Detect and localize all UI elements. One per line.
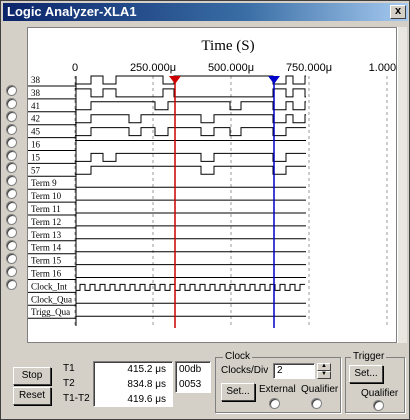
title-bar: Logic Analyzer-XLA1 x xyxy=(3,3,408,21)
channel-radio[interactable] xyxy=(6,175,17,187)
t2-label: T2 xyxy=(63,378,75,389)
channel-radio[interactable] xyxy=(6,265,17,277)
channel-label: Clock_Int xyxy=(31,281,67,291)
channel-radio[interactable] xyxy=(6,149,17,161)
channel-label: 16 xyxy=(31,140,41,150)
clocks-div-label: Clocks/Div xyxy=(221,365,269,376)
channel-waveform xyxy=(75,114,306,124)
channel-waveform xyxy=(75,88,306,98)
cursor-t1-marker-icon xyxy=(169,76,181,84)
clock-qualifier-label: Qualifier xyxy=(301,384,339,395)
time-tick-label: 250.000μ xyxy=(130,62,176,74)
waveform-svg: Time (S) 0 250.000μ 500.000μ 750.000μ 1.000m 1… xyxy=(28,38,398,328)
clock-waveform xyxy=(76,283,305,291)
clock-group-title: Clock xyxy=(223,351,253,362)
clocks-div-down-icon[interactable]: ▼ xyxy=(317,371,331,379)
time-tick-label: 0 xyxy=(72,62,78,74)
time-axis-title: Time (S) xyxy=(201,38,254,54)
time-readout: 415.2 μs 834.8 μs 419.6 μs xyxy=(93,361,173,407)
channel-radio[interactable] xyxy=(6,226,17,238)
trigger-set-button[interactable]: Set... xyxy=(349,365,383,383)
t1-label: T1 xyxy=(63,363,75,374)
channel-label: Trigg_Qua xyxy=(31,307,70,317)
hex-value-1: 00db xyxy=(179,364,202,375)
channel-radio[interactable] xyxy=(6,201,17,213)
close-button[interactable]: x xyxy=(390,5,406,19)
t1-t2-label: T1-T2 xyxy=(63,393,90,404)
clocks-div-value: 2 xyxy=(277,365,283,376)
channel-label: Term 10 xyxy=(31,191,62,201)
stop-button[interactable]: Stop xyxy=(13,367,51,385)
hex-value-2: 0053 xyxy=(179,379,202,390)
channel-label: Clock_Qua xyxy=(31,294,72,304)
channel-waveform xyxy=(75,152,306,162)
trigger-qualifier-radio[interactable] xyxy=(373,400,384,411)
channel-waveform xyxy=(75,127,306,137)
channel-radio[interactable] xyxy=(6,214,17,225)
vertical-scrollbar[interactable] xyxy=(397,27,407,343)
t1-value: 415.2 μs xyxy=(127,364,166,375)
channel-label: 38 xyxy=(31,75,41,85)
channel-label: 57 xyxy=(31,165,41,175)
channel-radio[interactable] xyxy=(6,239,17,251)
time-tick-label: 750.000μ xyxy=(286,62,332,74)
time-tick-label: 500.000μ xyxy=(208,62,254,74)
channel-label: Term 16 xyxy=(31,269,62,279)
external-label: External xyxy=(259,384,296,395)
channel-radio[interactable] xyxy=(6,252,17,264)
trigger-group-title: Trigger xyxy=(351,351,387,362)
channel-label: 42 xyxy=(31,114,40,124)
clocks-div-up-icon[interactable]: ▲ xyxy=(317,363,331,371)
status-panel: Stop Reset T1 T2 T1-T2 415.2 μs 834.8 μs… xyxy=(7,351,405,415)
channel-label: Term 13 xyxy=(31,230,62,240)
channel-radio[interactable] xyxy=(6,85,17,96)
channel-radio[interactable] xyxy=(6,97,17,109)
channel-label: 15 xyxy=(31,152,41,162)
cursor-t2-marker-icon xyxy=(268,76,280,84)
time-tick-label: 1.000m xyxy=(369,62,398,74)
channel-waveform xyxy=(75,101,306,111)
channel-label: Term 11 xyxy=(31,204,61,214)
channel-waveform xyxy=(75,165,306,175)
channel-label: 38 xyxy=(31,88,41,98)
channel-label: Term 15 xyxy=(31,256,62,266)
logic-analyzer-window: Logic Analyzer-XLA1 x Time (S) 0 250.000μ 5… xyxy=(0,0,410,420)
trigger-qualifier-label: Qualifier xyxy=(361,388,399,399)
hex-readout: 00db 0053 xyxy=(175,361,211,393)
channel-label: 45 xyxy=(31,127,41,137)
clock-set-button[interactable]: Set... xyxy=(221,383,255,401)
channel-radio[interactable] xyxy=(6,162,17,174)
reset-button[interactable]: Reset xyxy=(13,387,51,405)
channel-radio[interactable] xyxy=(6,188,17,200)
window-title: Logic Analyzer-XLA1 xyxy=(7,4,137,19)
channel-radio[interactable] xyxy=(6,110,17,122)
waveform-display[interactable]: Time (S) 0 250.000μ 500.000μ 750.000μ 1.000m 1… xyxy=(27,27,398,343)
channel-radio[interactable] xyxy=(6,123,17,135)
external-radio[interactable] xyxy=(269,398,280,409)
channel-label: Term 9 xyxy=(31,178,57,188)
channel-radio[interactable] xyxy=(6,278,17,290)
clock-qualifier-radio[interactable] xyxy=(311,398,322,409)
t2-value: 834.8 μs xyxy=(127,379,166,390)
t1-t2-value: 419.6 μs xyxy=(127,394,166,405)
channel-label: 41 xyxy=(31,101,40,111)
channel-radio[interactable] xyxy=(6,136,17,148)
clocks-div-input[interactable]: 2 xyxy=(273,363,315,379)
channel-label: Term 14 xyxy=(31,243,62,253)
channel-label: Term 12 xyxy=(31,217,61,227)
